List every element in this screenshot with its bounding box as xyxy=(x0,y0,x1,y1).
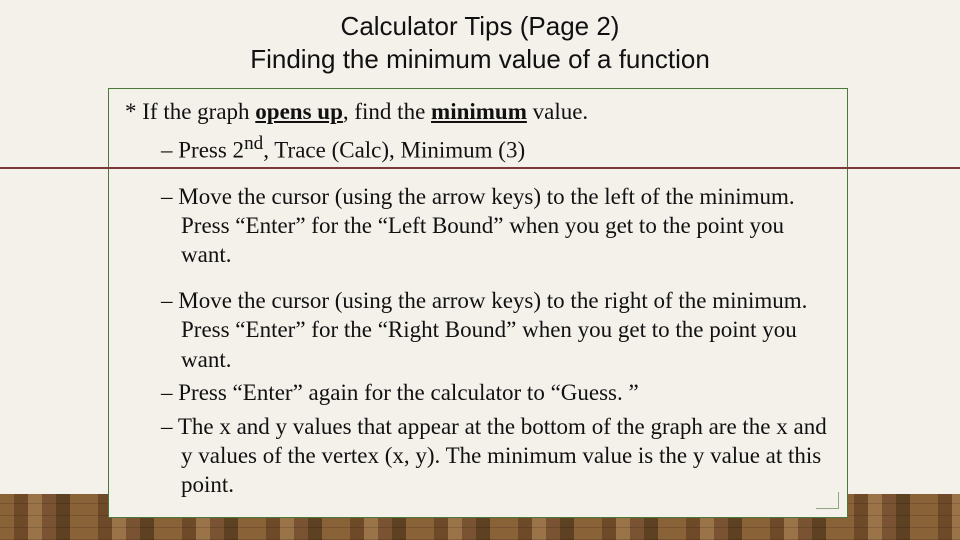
intro-middle: , find the xyxy=(343,99,431,124)
intro-prefix: * If the graph xyxy=(125,99,255,124)
title-line-2: Finding the minimum value of a function xyxy=(0,43,960,76)
step-3: – Move the cursor (using the arrow keys)… xyxy=(121,286,835,374)
step-2: – Move the cursor (using the arrow keys)… xyxy=(121,182,835,270)
intro-opens-up: opens up xyxy=(255,99,343,124)
title-line-1: Calculator Tips (Page 2) xyxy=(0,10,960,43)
step-1: – Press 2nd, Trace (Calc), Minimum (3) xyxy=(121,132,835,165)
horizontal-accent-line xyxy=(0,167,960,169)
step1-sup: nd xyxy=(244,133,263,154)
intro-suffix: value. xyxy=(527,99,588,124)
step1-post: , Trace (Calc), Minimum (3) xyxy=(263,138,525,163)
intro-minimum: minimum xyxy=(431,99,527,124)
step-5: – The x and y values that appear at the … xyxy=(121,412,835,500)
step1-pre: Press 2 xyxy=(178,138,244,163)
intro-line: * If the graph opens up, find the minimu… xyxy=(121,97,835,126)
slide-title-block: Calculator Tips (Page 2) Finding the min… xyxy=(0,0,960,75)
step-4: – Press “Enter” again for the calculator… xyxy=(121,378,835,407)
step1-dash: – xyxy=(161,138,178,163)
content-box: * If the graph opens up, find the minimu… xyxy=(108,88,848,518)
